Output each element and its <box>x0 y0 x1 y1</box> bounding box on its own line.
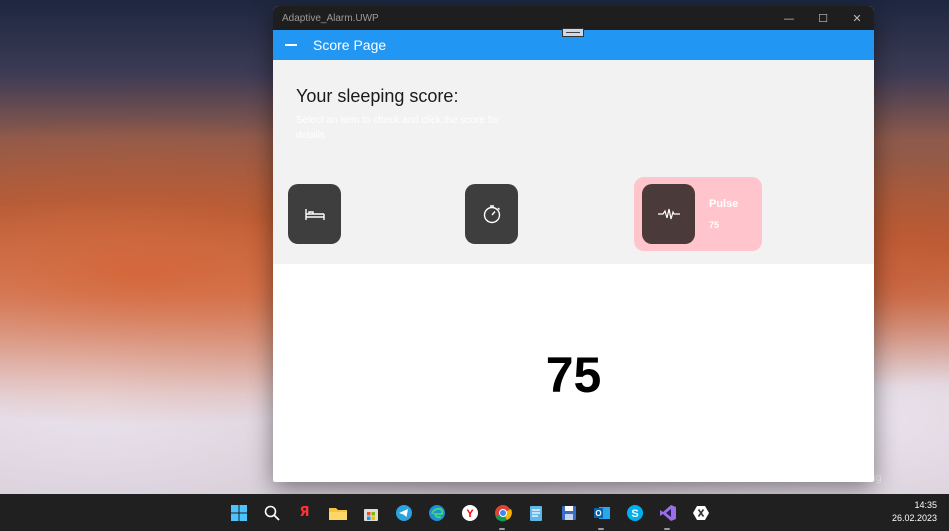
detail-score-value[interactable]: 75 <box>273 346 874 404</box>
pulse-icon <box>657 208 680 220</box>
hamburger-menu-button[interactable] <box>273 30 309 60</box>
page-title: Score Page <box>313 37 387 53</box>
clock-time: 14:35 <box>914 500 937 510</box>
stopwatch-tile[interactable] <box>465 184 518 244</box>
windows-start-icon[interactable] <box>226 500 251 525</box>
taskbar: Я Y O S 14:35 26.02.2023 <box>0 494 949 531</box>
sleep-tile[interactable] <box>288 184 341 244</box>
pulse-tile[interactable]: Pulse 75 <box>634 177 762 251</box>
yandex-icon[interactable]: Я <box>292 500 317 525</box>
window-controls: — ☐ ✕ <box>772 6 874 30</box>
store-icon[interactable] <box>358 500 383 525</box>
skype-icon[interactable]: S <box>622 500 647 525</box>
app-window: Adaptive_Alarm.UWP — ☐ ✕ Score Page Your… <box>273 6 874 482</box>
telegram-icon[interactable] <box>391 500 416 525</box>
bed-icon <box>304 209 325 220</box>
close-button[interactable]: ✕ <box>840 6 874 30</box>
score-panel: Your sleeping score: Select an item to c… <box>273 60 874 264</box>
maximize-button[interactable]: ☐ <box>806 6 840 30</box>
notepad-icon[interactable] <box>523 500 548 525</box>
svg-text:O: O <box>595 509 601 518</box>
svg-text:Y: Y <box>466 508 474 520</box>
visual-studio-icon[interactable] <box>655 500 680 530</box>
edge-icon[interactable] <box>424 500 449 525</box>
pulse-value: 75 <box>709 220 720 230</box>
clock-date: 26.02.2023 <box>891 513 937 523</box>
system-clock[interactable]: 14:35 26.02.2023 <box>892 499 937 525</box>
taskbar-icons: Я Y O S <box>226 500 721 530</box>
file-explorer-icon[interactable] <box>325 500 350 525</box>
stopwatch-icon <box>483 205 500 224</box>
save-app-icon[interactable] <box>556 500 581 525</box>
chrome-icon[interactable] <box>490 500 515 530</box>
xamarin-icon[interactable] <box>688 500 713 525</box>
minimize-button[interactable]: — <box>772 6 806 30</box>
svg-text:S: S <box>631 508 638 520</box>
pulse-tile-icon-box <box>642 184 695 244</box>
app-bar: Score Page <box>273 28 874 60</box>
score-heading: Your sleeping score: <box>296 86 459 106</box>
drag-handle[interactable] <box>562 28 584 37</box>
yandex-browser-icon[interactable]: Y <box>457 500 482 525</box>
window-title: Adaptive_Alarm.UWP <box>282 12 379 24</box>
hamburger-icon <box>285 44 297 46</box>
outlook-icon[interactable]: O <box>589 500 614 530</box>
score-instructions: Select an item to check and click the sc… <box>296 115 500 141</box>
title-bar[interactable]: Adaptive_Alarm.UWP — ☐ ✕ <box>273 6 874 30</box>
pulse-label: Pulse <box>709 198 739 210</box>
search-icon[interactable] <box>259 500 284 525</box>
